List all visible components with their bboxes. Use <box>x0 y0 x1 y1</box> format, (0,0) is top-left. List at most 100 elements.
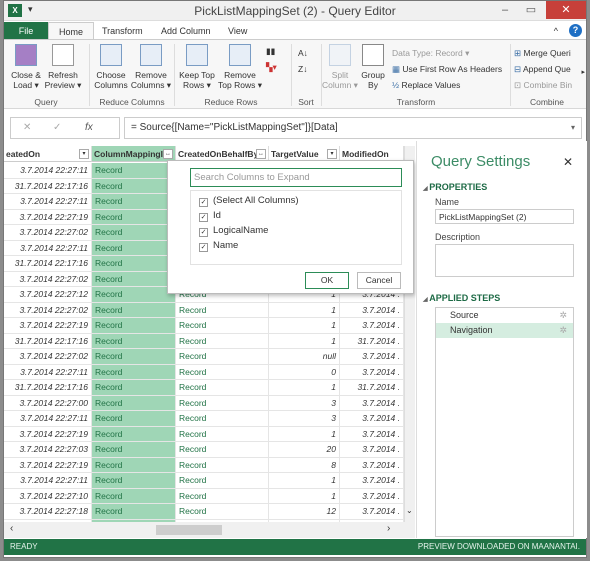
cell-createdonbehalfby[interactable]: Record <box>176 488 269 504</box>
scroll-down-icon[interactable]: ⌄ <box>406 506 413 515</box>
expand-formula-icon[interactable]: ▾ <box>571 118 575 138</box>
cell-columnmappingid[interactable]: Record <box>92 380 176 396</box>
cell-createdonbehalfby[interactable]: Record <box>176 318 269 334</box>
gear-icon[interactable]: ✲ <box>559 308 567 323</box>
remove-duplicates-icon[interactable]: ▮▮ <box>266 46 275 57</box>
cell-columnmappingid[interactable]: Record <box>92 178 176 194</box>
cell-createdonbehalfby[interactable]: Record <box>176 473 269 489</box>
close-button[interactable]: ✕ <box>546 1 586 19</box>
cell-createdonbehalfby[interactable]: Record <box>176 426 269 442</box>
append-queries-button[interactable]: ⊟ Append Que <box>514 64 571 75</box>
ribbon-scroll-right-icon[interactable]: ▸ <box>581 68 585 76</box>
cell-columnmappingid[interactable]: Record <box>92 194 176 210</box>
cell-columnmappingid[interactable]: Record <box>92 442 176 458</box>
properties-section[interactable]: ◢ PROPERTIES <box>423 182 487 192</box>
tab-file[interactable]: File <box>4 22 48 40</box>
cell-createdonbehalfby[interactable]: Record <box>176 333 269 349</box>
gear-icon[interactable]: ✲ <box>559 323 567 338</box>
step-navigation[interactable]: Navigation ✲ <box>436 323 573 338</box>
filter-dropdown-icon[interactable]: ▾ <box>327 149 337 159</box>
cell-targetvalue: 1 <box>269 380 340 396</box>
expand-column-icon[interactable]: ↔ <box>163 149 173 159</box>
tab-add-column[interactable]: Add Column <box>151 22 221 40</box>
cell-columnmappingid[interactable]: Record <box>92 395 176 411</box>
cell-createdonbehalfby[interactable]: Record <box>176 411 269 427</box>
cell-columnmappingid[interactable]: Record <box>92 271 176 287</box>
tab-transform[interactable]: Transform <box>92 22 153 40</box>
cell-columnmappingid[interactable]: Record <box>92 473 176 489</box>
cell-columnmappingid[interactable]: Record <box>92 256 176 272</box>
cancel-button[interactable]: Cancel <box>357 272 401 289</box>
checkbox-logicalname[interactable]: ✓ LogicalName <box>199 225 268 237</box>
column-header-columnmappingid[interactable]: ColumnMappingId ↔ <box>92 146 176 162</box>
tab-home[interactable]: Home <box>48 22 95 40</box>
cell-columnmappingid[interactable]: Record <box>92 240 176 256</box>
horizontal-scrollbar[interactable]: ‹ › <box>4 522 415 538</box>
remove-columns-button[interactable]: Remove Columns ▾ <box>130 44 172 90</box>
remove-errors-icon[interactable]: ▚▾ <box>266 62 277 73</box>
merge-queries-button[interactable]: ⊞ Merge Queri <box>514 48 571 59</box>
cell-createdonbehalfby[interactable]: Record <box>176 442 269 458</box>
help-icon[interactable]: ? <box>569 24 582 37</box>
scroll-left-icon[interactable]: ‹ <box>10 523 13 534</box>
query-name-input[interactable]: PickListMappingSet (2) <box>435 209 574 224</box>
checkbox-name[interactable]: ✓ Name <box>199 240 238 252</box>
refresh-preview-button[interactable]: Refresh Preview ▾ <box>44 44 82 90</box>
expand-column-icon[interactable]: ↔ <box>256 149 266 159</box>
ok-button[interactable]: OK <box>305 272 349 289</box>
cell-createdonbehalfby[interactable]: Record <box>176 457 269 473</box>
cell-createdonbehalfby[interactable]: Record <box>176 364 269 380</box>
maximize-button[interactable]: ▭ <box>518 1 544 19</box>
cell-createdonbehalfby[interactable]: Record <box>176 395 269 411</box>
use-first-row-headers-button[interactable]: ▦ Use First Row As Headers <box>392 64 502 75</box>
replace-values-button[interactable]: ½ Replace Values <box>392 80 460 90</box>
close-load-button[interactable]: Close & Load ▾ <box>10 44 42 90</box>
cell-columnmappingid[interactable]: Record <box>92 302 176 318</box>
cell-createdonbehalfby[interactable]: Record <box>176 349 269 365</box>
collapse-ribbon-icon[interactable]: ^ <box>544 22 568 40</box>
cell-columnmappingid[interactable]: Record <box>92 364 176 380</box>
cell-columnmappingid[interactable]: Record <box>92 411 176 427</box>
close-pane-icon[interactable]: ✕ <box>563 155 573 169</box>
tab-view[interactable]: View <box>218 22 257 40</box>
cell-createdonbehalfby[interactable]: Record <box>176 302 269 318</box>
cell-createdonbehalfby[interactable]: Record <box>176 380 269 396</box>
cell-columnmappingid[interactable]: Record <box>92 163 176 179</box>
cell-columnmappingid[interactable]: Record <box>92 457 176 473</box>
remove-top-rows-button[interactable]: Remove Top Rows ▾ <box>218 44 262 90</box>
column-header-createdon[interactable]: eatedOn ▾ <box>4 146 92 162</box>
cell-createdonbehalfby[interactable]: Record <box>176 504 269 520</box>
checkbox-id[interactable]: ✓ Id <box>199 210 221 222</box>
applied-steps-section[interactable]: ◢ APPLIED STEPS <box>423 293 500 303</box>
search-columns-input[interactable]: Search Columns to Expand <box>190 168 402 187</box>
choose-columns-button[interactable]: Choose Columns <box>92 44 130 90</box>
cell-columnmappingid[interactable]: Record <box>92 426 176 442</box>
cell-targetvalue: 1 <box>269 302 340 318</box>
split-column-button[interactable]: Split Column ▾ <box>322 44 358 90</box>
fx-icon[interactable]: fx <box>85 118 93 138</box>
checkbox-select-all[interactable]: ✓ (Select All Columns) <box>199 195 299 207</box>
cell-columnmappingid[interactable]: Record <box>92 349 176 365</box>
data-type-dropdown[interactable]: Data Type: Record ▾ <box>392 48 469 59</box>
cell-columnmappingid[interactable]: Record <box>92 225 176 241</box>
cell-columnmappingid[interactable]: Record <box>92 488 176 504</box>
sort-descending-icon[interactable]: Z↓ <box>298 64 307 74</box>
scroll-right-icon[interactable]: › <box>387 523 390 534</box>
sort-ascending-icon[interactable]: A↓ <box>298 48 308 58</box>
step-source[interactable]: Source ✲ <box>436 308 573 323</box>
scrollbar-thumb[interactable] <box>156 525 222 535</box>
group-by-button[interactable]: Group By <box>358 44 388 90</box>
cancel-formula-icon[interactable]: ✕ <box>23 118 31 138</box>
cell-columnmappingid[interactable]: Record <box>92 209 176 225</box>
cell-columnmappingid[interactable]: Record <box>92 287 176 303</box>
description-input[interactable] <box>435 244 574 277</box>
cell-columnmappingid[interactable]: Record <box>92 333 176 349</box>
cell-columnmappingid[interactable]: Record <box>92 504 176 520</box>
combine-binaries-button[interactable]: ⊡ Combine Bin <box>514 80 572 91</box>
minimize-button[interactable]: – <box>492 1 518 19</box>
filter-dropdown-icon[interactable]: ▾ <box>79 149 89 159</box>
cell-columnmappingid[interactable]: Record <box>92 318 176 334</box>
confirm-formula-icon[interactable]: ✓ <box>53 118 61 138</box>
keep-top-rows-button[interactable]: Keep Top Rows ▾ <box>176 44 218 90</box>
formula-input[interactable]: = Source{[Name="PickListMappingSet"]}[Da… <box>124 117 582 139</box>
